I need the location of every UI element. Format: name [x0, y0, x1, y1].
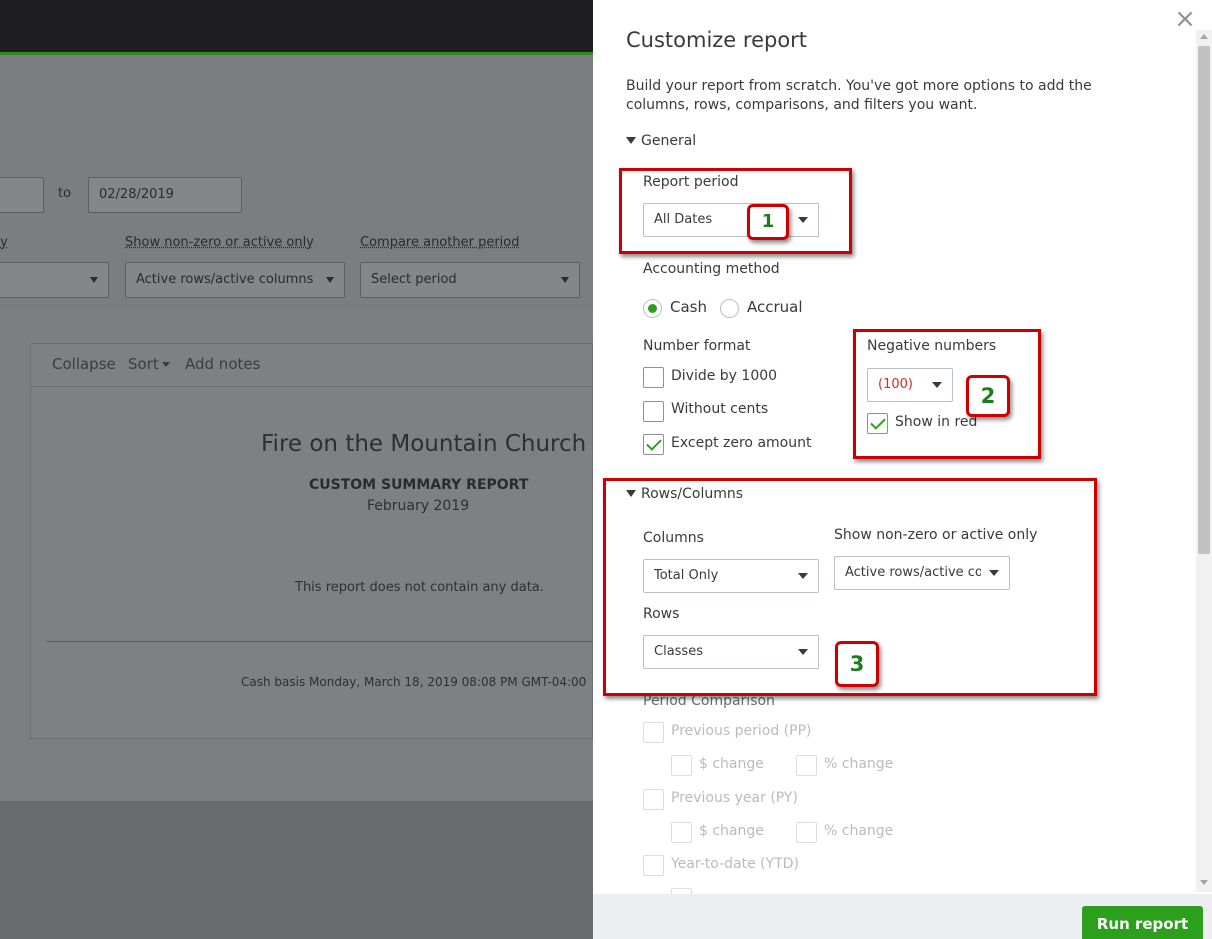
sort-label: Sort [128, 355, 159, 373]
rows-label: Rows [643, 606, 680, 622]
filter-label-partial: y [0, 235, 8, 250]
panel-description: Build your report from scratch. You've g… [626, 78, 1092, 113]
scroll-thumb[interactable] [1198, 46, 1210, 554]
py-dollar-change-label: $ change [699, 823, 764, 839]
chevron-down-icon [561, 277, 569, 283]
show-in-red-label: Show in red [895, 414, 978, 430]
chevron-down-icon [326, 277, 334, 283]
rows-select[interactable]: Classes [643, 635, 819, 669]
accounting-method-label: Accounting method [643, 261, 780, 277]
previous-year-label: Previous year (PY) [671, 790, 798, 806]
date-to-input[interactable]: 02/28/2019 [88, 177, 242, 213]
number-format-label: Number format [643, 338, 751, 354]
scroll-down-icon[interactable] [1200, 880, 1208, 885]
period-comparison-label: Period Comparison [643, 693, 775, 709]
columns-value: Total Only [654, 568, 719, 583]
rows-value: Classes [654, 644, 703, 659]
show-nonzero-select[interactable]: Active rows/active columns [834, 556, 1010, 590]
caret-down-icon [161, 362, 170, 367]
chevron-down-icon [932, 382, 942, 388]
except-zero-label: Except zero amount [671, 435, 812, 451]
report-period-select[interactable]: All Dates [643, 203, 819, 237]
annotation-badge-2: 2 [966, 375, 1010, 417]
compare-period-label: Compare another period [360, 235, 520, 250]
bg-compare-value: Select period [371, 272, 457, 287]
report-title: CUSTOM SUMMARY REPORT [309, 477, 529, 493]
report-footer: Cash basis Monday, March 18, 2019 08:08 … [241, 675, 587, 689]
show-nonzero-value: Active rows/active columns [845, 565, 981, 580]
company-name: Fire on the Mountain Church [261, 431, 587, 457]
divide-1000-checkbox[interactable] [643, 367, 664, 388]
report-period-label: Report period [643, 174, 739, 190]
date-from-input[interactable] [0, 177, 44, 213]
panel-footer: Run report [593, 894, 1212, 939]
columns-select[interactable]: Total Only [643, 559, 819, 593]
chevron-down-icon [798, 649, 808, 655]
py-pct-change-checkbox[interactable] [796, 822, 817, 843]
without-cents-label: Without cents [671, 401, 769, 417]
pp-dollar-change-checkbox[interactable] [671, 755, 692, 776]
date-to-word: to [58, 186, 72, 201]
app-top-bar [0, 0, 593, 52]
bg-compare-select[interactable]: Select period [360, 262, 580, 298]
cash-radio[interactable] [643, 299, 662, 318]
ytd-checkbox[interactable] [643, 855, 664, 876]
py-dollar-change-checkbox[interactable] [671, 822, 692, 843]
negative-numbers-label: Negative numbers [867, 338, 997, 354]
pp-pct-change-checkbox[interactable] [796, 755, 817, 776]
chevron-down-icon [989, 570, 999, 576]
bg-show-nonzero-value: Active rows/active columns [136, 272, 314, 287]
annotation-badge-1: 1 [747, 204, 789, 240]
caret-down-icon [626, 137, 636, 144]
rows-columns-toggle-label: Rows/Columns [641, 486, 744, 502]
ytd-label: Year-to-date (YTD) [671, 856, 799, 872]
collapse-button[interactable]: Collapse [52, 355, 116, 373]
report-page-lower [0, 801, 593, 939]
cash-label: Cash [670, 298, 707, 316]
report-period-value: All Dates [654, 212, 713, 227]
run-report-button[interactable]: Run report [1082, 906, 1203, 939]
add-notes-button[interactable]: Add notes [185, 355, 260, 373]
bg-show-nonzero-select[interactable]: Active rows/active columns [125, 262, 345, 298]
annotation-badge-3: 3 [835, 641, 879, 687]
panel-title: Customize report [626, 28, 808, 52]
general-toggle-label: General [641, 133, 697, 149]
previous-year-checkbox[interactable] [643, 789, 664, 810]
pp-pct-change-label: % change [824, 756, 894, 772]
show-nonzero-panel-label: Show non-zero or active only [834, 527, 1038, 543]
close-icon[interactable]: × [1173, 6, 1197, 32]
columns-label: Columns [643, 530, 704, 546]
previous-period-checkbox[interactable] [643, 722, 664, 743]
caret-down-icon [626, 490, 636, 497]
show-in-red-checkbox[interactable] [867, 413, 888, 434]
panel-scrollbar[interactable] [1196, 30, 1212, 892]
previous-period-label: Previous period (PP) [671, 723, 812, 739]
accrual-radio[interactable] [720, 299, 739, 318]
show-nonzero-label: Show non-zero or active only [125, 235, 314, 250]
except-zero-checkbox[interactable] [643, 434, 664, 455]
bg-filter-select[interactable] [0, 262, 109, 298]
chevron-down-icon [798, 573, 808, 579]
divide-1000-label: Divide by 1000 [671, 368, 778, 384]
report-divider [46, 641, 593, 642]
rows-columns-section-toggle[interactable]: Rows/Columns [626, 486, 743, 502]
pp-dollar-change-label: $ change [699, 756, 764, 772]
py-pct-change-label: % change [824, 823, 894, 839]
customize-report-panel: × Customize report Build your report fro… [593, 0, 1212, 939]
chevron-down-icon [798, 217, 808, 223]
without-cents-checkbox[interactable] [643, 401, 664, 422]
report-date: February 2019 [367, 498, 470, 514]
no-data-message: This report does not contain any data. [295, 580, 544, 595]
negative-numbers-select[interactable]: (100) [867, 368, 953, 402]
general-section-toggle[interactable]: General [626, 133, 696, 149]
chevron-down-icon [90, 277, 98, 283]
scroll-up-icon[interactable] [1200, 34, 1208, 39]
accrual-label: Accrual [747, 298, 803, 316]
sort-button[interactable]: Sort [128, 355, 170, 373]
